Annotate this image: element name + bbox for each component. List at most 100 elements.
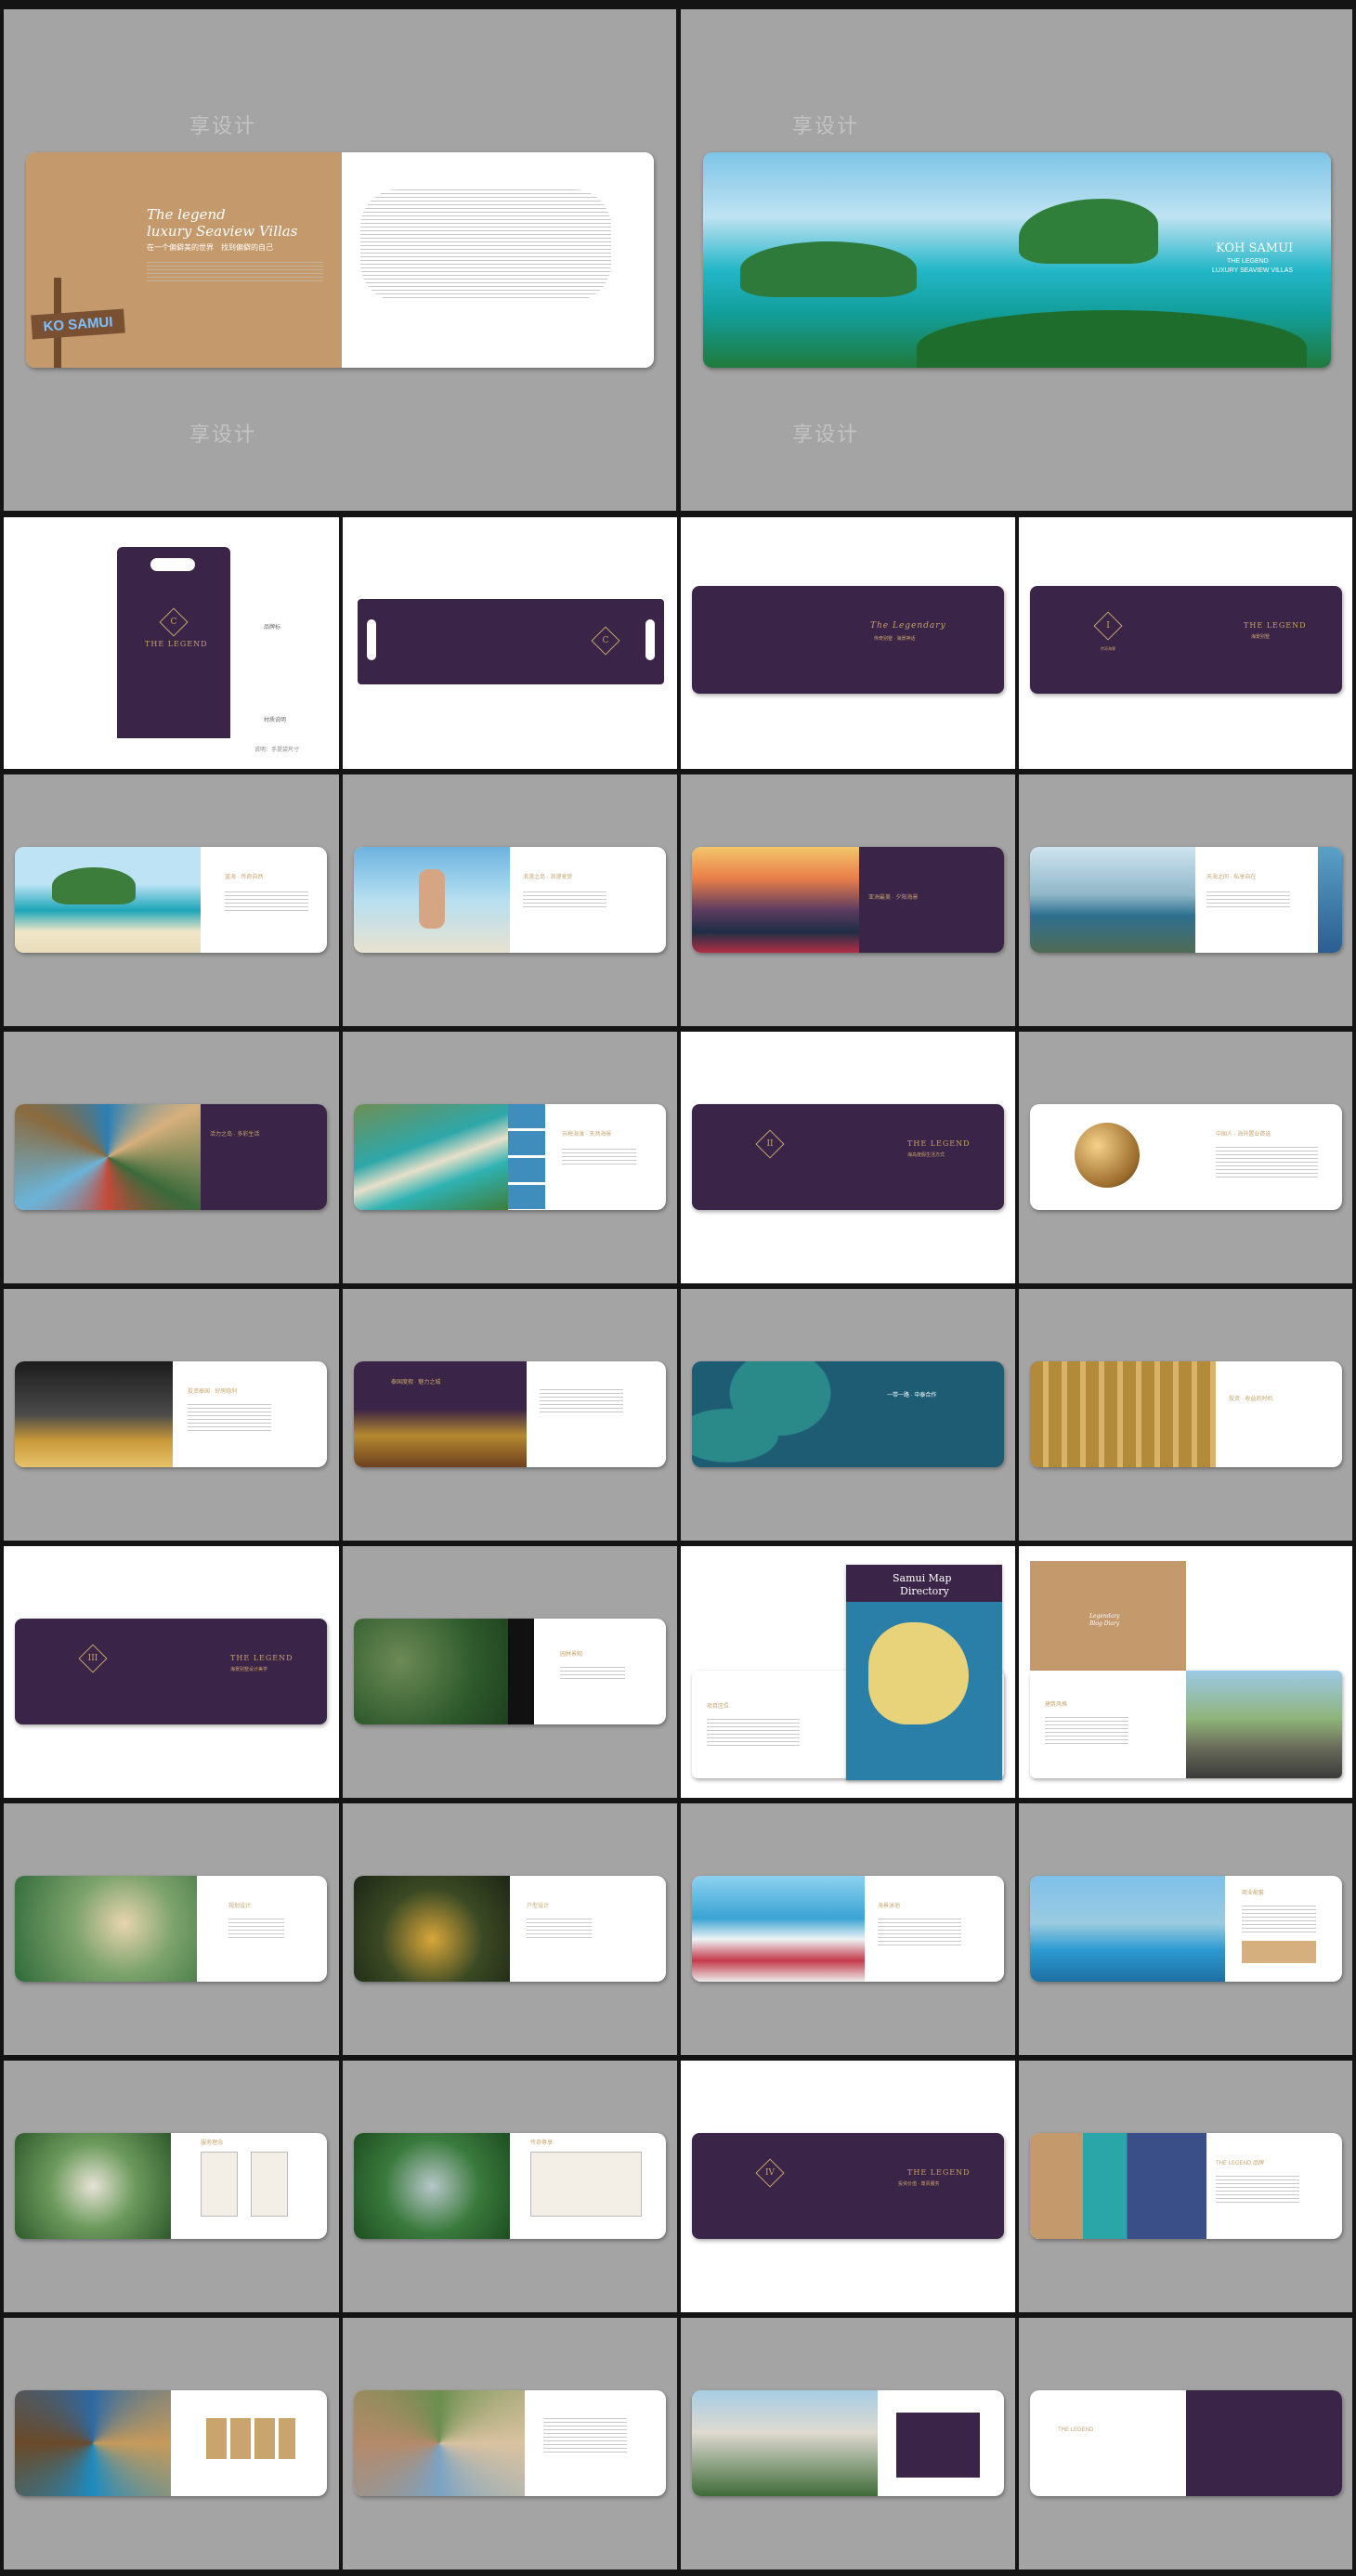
panel-chapter2: II THE LEGEND 海岛度假生活方式 — [681, 1032, 1015, 1283]
p6-heading: 苏梅海滩 · 天然海景 — [562, 1132, 612, 1138]
p20-spread: 传奇尊享 — [354, 2133, 666, 2239]
p4-photo — [1030, 847, 1195, 953]
p6-spread: 苏梅海滩 · 天然海景 — [354, 1104, 666, 1210]
cover-a-title: The Legendary — [870, 621, 946, 631]
chapter1-numeral: I — [1106, 621, 1110, 631]
p14-body — [1045, 1717, 1128, 1745]
panel-p3: 亚洲最美 · 夕阳海景 — [681, 774, 1015, 1026]
p2-spread: 浪漫之岛 · 浪漫享受 — [354, 847, 666, 953]
chapter3-spread: III THE LEGEND 海景别墅设计美学 — [15, 1619, 327, 1724]
island-1 — [740, 241, 917, 297]
back-cover-right — [1186, 2390, 1342, 2496]
p7-globe — [1075, 1123, 1140, 1188]
chapter2-emblem: II — [755, 1129, 785, 1159]
chapter4-title: THE LEGEND — [907, 2168, 971, 2177]
p9-spread: 泰国度假 · 魅力之城 — [354, 1361, 666, 1467]
watermark: 享设计 — [189, 423, 257, 447]
cover-right-page — [342, 152, 654, 368]
p22-icons — [206, 2418, 295, 2459]
cover-spread: The legend luxury Seaview Villas 在一个偏僻美的… — [26, 152, 654, 368]
watermark: 享设计 — [189, 115, 257, 138]
spread-sub1: THE LEGEND — [1227, 258, 1269, 265]
chapter2-spread: II THE LEGEND 海岛度假生活方式 — [692, 1104, 1004, 1210]
bag-brand: THE LEGEND — [145, 640, 208, 648]
p18-spread: 商业配套 — [1030, 1876, 1342, 1982]
p24-table — [896, 2413, 980, 2478]
panel-map: 项目区位 Samui Map Directory — [681, 1546, 1015, 1798]
handle-slot-right — [645, 619, 655, 660]
p1-spread: 蓝海 · 传奇自然 — [15, 847, 327, 953]
luxury-line2: Blog Diary — [1089, 1620, 1120, 1627]
p18-pool — [1030, 1876, 1225, 1982]
panel-p6: 苏梅海滩 · 天然海景 — [343, 1032, 677, 1283]
panel-p11: 投资 · 收益的时机 — [1019, 1289, 1352, 1541]
panel-p22 — [4, 2318, 339, 2569]
p12-heading: 园林景观 — [560, 1652, 583, 1658]
bag-label-a: 品牌标 — [264, 625, 281, 631]
chapter1-title: THE LEGEND — [1244, 621, 1307, 630]
p18-body — [1242, 1906, 1316, 1933]
panel-p7: 中国人 · 海外置业首选 — [1019, 1032, 1352, 1283]
p19-plan-a — [201, 2152, 238, 2217]
p4-spread: 天海之间 · 私享自在 — [1030, 847, 1342, 953]
chapter1-spread: I THE LEGEND 海景别墅 传奇海景 — [1030, 586, 1342, 694]
p5-collage — [15, 1104, 201, 1210]
map-title-1: Samui Map — [893, 1572, 952, 1584]
island-3 — [917, 310, 1307, 368]
p17-body — [878, 1919, 961, 1946]
flat-bag: C — [358, 599, 664, 684]
p8-spread: 投资泰国 · 好房稳利 — [15, 1361, 327, 1467]
panel-back-cover: THE LEGEND — [1019, 2318, 1352, 2569]
p12-body — [560, 1667, 625, 1680]
p20-villa — [354, 2133, 510, 2239]
p12-aerial — [354, 1619, 508, 1724]
chapter4-numeral: IV — [764, 2168, 776, 2178]
p16-body — [527, 1919, 592, 1941]
flat-bag-emblem: C — [591, 626, 620, 656]
p19-plan-b — [251, 2152, 288, 2217]
chapter3-numeral: III — [87, 1654, 98, 1663]
panel-p16: 户型设计 — [343, 1803, 677, 2055]
panel-cover-a: The Legendary 传奇别墅 · 海景神话 — [681, 517, 1015, 769]
p10-heading: 一带一路 · 中泰合作 — [887, 1393, 937, 1399]
bag-emblem: C — [159, 607, 189, 637]
p14-heading: 建筑风格 — [1045, 1702, 1068, 1708]
p2-body — [523, 891, 606, 908]
p22-collage — [15, 2390, 171, 2496]
chapter1-caption: 传奇海景 — [1101, 646, 1115, 651]
signpost-label: KO SAMUI — [42, 313, 114, 335]
p9-body — [540, 1389, 623, 1415]
p15-render — [15, 1876, 197, 1982]
back-cover-spread: THE LEGEND — [1030, 2390, 1342, 2496]
map-header: Samui Map Directory — [846, 1565, 1002, 1602]
p24-spread — [692, 2390, 1004, 2496]
panel-p21: THE LEGEND 品牌 — [1019, 2061, 1352, 2312]
bag-handle-hole — [150, 558, 195, 571]
bag-label-b: 材质说明 — [264, 718, 287, 723]
shopping-bag: C THE LEGEND — [117, 547, 230, 738]
panel-p18: 商业配套 — [1019, 1803, 1352, 2055]
p17-spread: 海景泳池 — [692, 1876, 1004, 1982]
p15-heading: 规划设计 — [228, 1904, 252, 1909]
p6-photo — [354, 1104, 508, 1210]
panel-p10: 一带一路 · 中泰合作 — [681, 1289, 1015, 1541]
p1-heading: 蓝海 · 传奇自然 — [225, 875, 264, 880]
panel-p1: 蓝海 · 传奇自然 — [4, 774, 339, 1026]
p24-villa — [692, 2390, 878, 2496]
p16-spread: 户型设计 — [354, 1876, 666, 1982]
p23-body — [543, 2418, 627, 2455]
p21-collage — [1030, 2133, 1206, 2239]
p3-heading: 亚洲最美 · 夕阳海景 — [868, 895, 919, 901]
panel-p8: 投资泰国 · 好房稳利 — [4, 1289, 339, 1541]
chapter3-sub: 海景别墅设计美学 — [230, 1667, 268, 1672]
panel-p15: 规划设计 — [4, 1803, 339, 2055]
p6-thumbs — [508, 1104, 545, 1210]
panel-p5: 活力之岛 · 多彩生活 — [4, 1032, 339, 1283]
cover-a-spread: The Legendary 传奇别墅 · 海景神话 — [692, 586, 1004, 694]
p10-map-land — [692, 1361, 868, 1467]
brochure-contact-sheet: 享设计 享设计 享设计 The legend luxury Seaview Vi… — [0, 0, 1356, 2576]
watermark: 享设计 — [792, 115, 860, 138]
p10-spread: 一带一路 · 中泰合作 — [692, 1361, 1004, 1467]
p1-photo — [15, 847, 201, 953]
cover-subtitle: 在一个偏僻美的世界 找到偏僻的自己 — [147, 243, 273, 252]
